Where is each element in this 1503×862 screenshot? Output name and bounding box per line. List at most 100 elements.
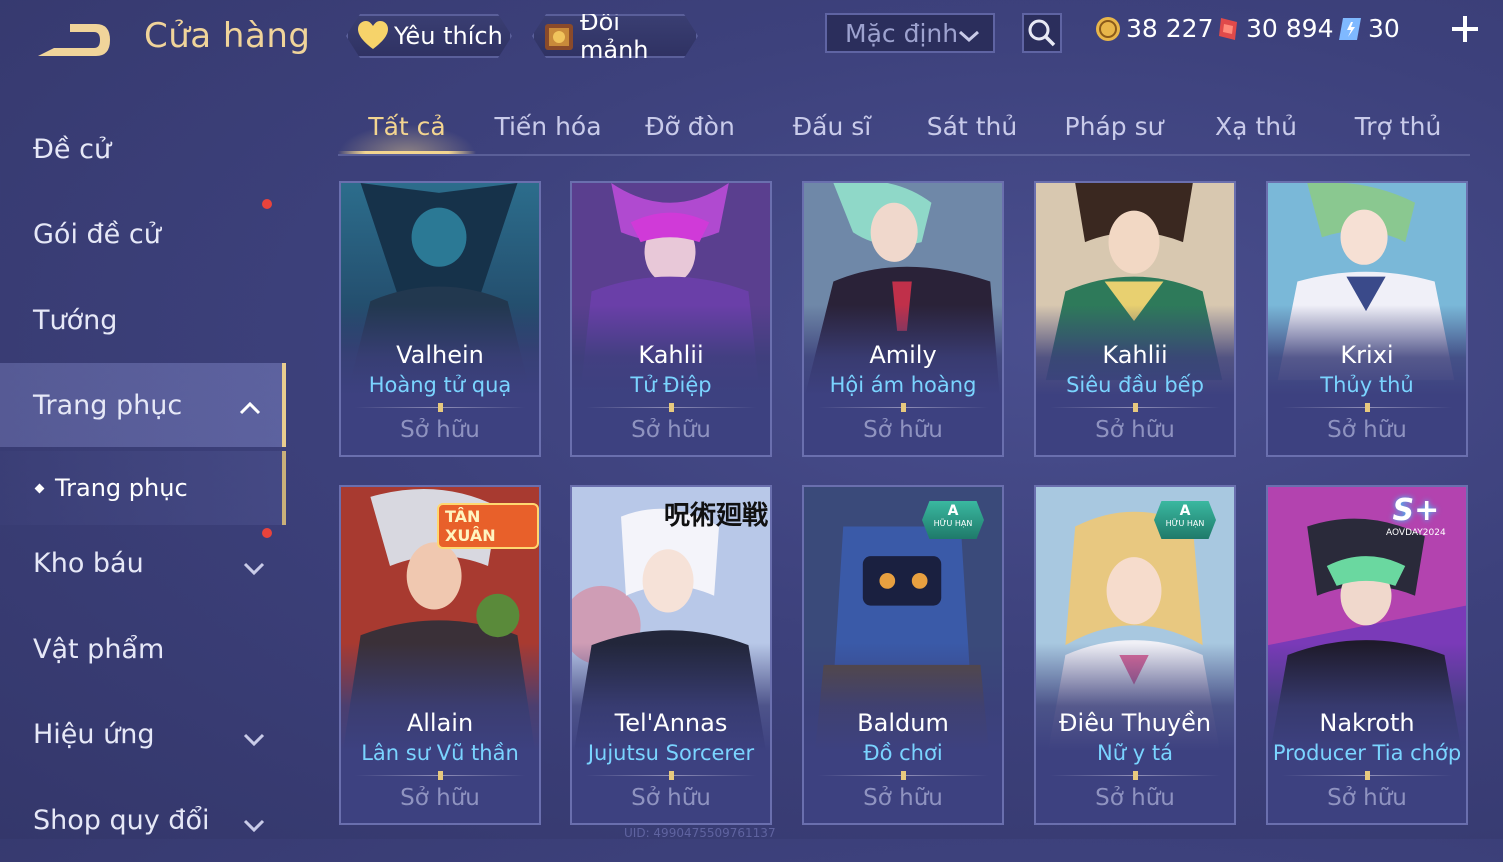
sidebar-item-label: Shop quy đổi: [33, 804, 210, 836]
chevron-down-icon: [242, 553, 266, 584]
badge-tier: A: [947, 503, 959, 519]
owned-status: Sở hữu: [1095, 417, 1175, 443]
skin-card[interactable]: S+ AOVDAY2024 Nakroth Producer Tia chớp …: [1266, 485, 1468, 825]
tab-mage[interactable]: Pháp sư: [1052, 100, 1176, 152]
card-divider: [1282, 403, 1452, 412]
hero-name: Tel'Annas: [614, 709, 728, 737]
exchange-label: Đổi mảnh: [579, 8, 649, 64]
sidebar-item-skins[interactable]: Trang phục: [0, 363, 286, 447]
plus-icon: [1452, 16, 1478, 42]
badge-sub: HỮU HẠN: [933, 519, 973, 528]
category-tabs: Tất cả Tiến hóa Đỡ đòn Đấu sĩ Sát thủ Ph…: [338, 100, 1470, 156]
back-arrow-icon[interactable]: [30, 18, 114, 62]
skin-card[interactable]: 呪術廻戦 Tel'Annas Jujutsu Sorcerer Sở hữu: [570, 485, 772, 825]
skin-name: Hội ám hoàng: [829, 373, 977, 397]
event-badge: S+ AOVDAY2024: [1386, 493, 1446, 538]
tab-label: Sát thủ: [926, 111, 1018, 141]
tab-label: Đỡ đòn: [645, 111, 735, 141]
owned-status: Sở hữu: [631, 785, 711, 811]
sort-value: Mặc định: [845, 18, 959, 48]
search-button[interactable]: [1022, 13, 1062, 53]
card-divider: [818, 771, 988, 780]
skin-card[interactable]: TÂN XUÂN Allain Lân sư Vũ thần Sở hữu: [339, 485, 541, 825]
shard-box-icon: [542, 19, 576, 53]
sidebar-item-effects[interactable]: Hiệu ứng: [0, 692, 286, 776]
limited-badge: A HỮU HẠN: [1154, 501, 1216, 539]
skin-name: Đồ chơi: [863, 741, 943, 765]
hero-name: Nakroth: [1319, 709, 1415, 737]
sidebar-item-label: Tướng: [33, 304, 118, 336]
card-divider: [355, 403, 525, 412]
tab-marksman[interactable]: Xạ thủ: [1194, 100, 1318, 152]
exchange-shards-button[interactable]: Đổi mảnh: [532, 14, 698, 58]
notification-dot: [262, 528, 272, 538]
sidebar-item-label: Gói đề cử: [33, 218, 161, 250]
skin-card[interactable]: Kahlii Tử Điệp Sở hữu: [570, 181, 772, 457]
tab-tank[interactable]: Đỡ đòn: [628, 100, 752, 152]
owned-status: Sở hữu: [863, 417, 943, 443]
voucher-currency: 30 894: [1214, 14, 1333, 43]
gold-coin-icon: [1094, 15, 1122, 43]
skin-card[interactable]: A HỮU HẠN Baldum Đồ chơi Sở hữu: [802, 485, 1004, 825]
tab-label: Đấu sĩ: [792, 111, 872, 141]
sidebar-item-recommended-packs[interactable]: Gói đề cử: [0, 192, 286, 276]
skin-card[interactable]: Valhein Hoàng tử quạ Sở hữu: [339, 181, 541, 457]
skin-card[interactable]: A HỮU HẠN Điêu Thuyền Nữ y tá Sở hữu: [1034, 485, 1236, 825]
crystal-currency: 30: [1336, 14, 1400, 43]
red-voucher-icon: [1214, 15, 1242, 43]
limited-badge: A HỮU HẠN: [922, 501, 984, 539]
skin-card[interactable]: Kahlii Siêu đầu bếp Sở hữu: [1034, 181, 1236, 457]
crystal-icon: [1336, 15, 1364, 43]
tab-support[interactable]: Trợ thủ: [1336, 100, 1460, 152]
gold-currency: 38 227: [1094, 14, 1213, 43]
card-divider: [1050, 771, 1220, 780]
tab-label: Tất cả: [368, 111, 446, 141]
skin-card[interactable]: Amily Hội ám hoàng Sở hữu: [802, 181, 1004, 457]
sidebar-item-treasure[interactable]: Kho báu: [0, 521, 286, 605]
card-divider: [1282, 771, 1452, 780]
hero-name: Allain: [406, 709, 474, 737]
tab-warrior[interactable]: Đấu sĩ: [770, 100, 894, 152]
tab-label: Tiến hóa: [494, 111, 602, 141]
hero-name: Baldum: [857, 709, 949, 737]
sidebar-item-label: Hiệu ứng: [33, 718, 155, 750]
search-icon: [1028, 19, 1056, 47]
sidebar-item-exchange-shop[interactable]: Shop quy đổi: [0, 778, 286, 862]
skin-name: Tử Điệp: [630, 373, 712, 397]
chevron-down-icon: [957, 23, 981, 52]
sidebar-subitem-label: Trang phục: [55, 474, 188, 502]
hero-name: Kahlii: [1102, 341, 1168, 369]
sidebar-item-label: Đề cử: [33, 133, 112, 165]
collab-logo: 呪術廻戦: [664, 501, 769, 531]
tab-all[interactable]: Tất cả: [338, 100, 476, 154]
add-currency-button[interactable]: [1448, 12, 1482, 46]
favorites-button[interactable]: Yêu thích: [346, 14, 512, 58]
notification-dot: [262, 199, 272, 209]
tab-evolution[interactable]: Tiến hóa: [486, 100, 610, 152]
crystal-amount: 30: [1368, 14, 1400, 43]
tab-label: Xạ thủ: [1215, 111, 1297, 141]
sidebar-item-recommended[interactable]: Đề cử: [0, 107, 286, 191]
card-divider: [818, 403, 988, 412]
sidebar: Đề cử Gói đề cử Tướng Trang phục Trang p…: [0, 95, 288, 839]
heart-icon: [356, 19, 390, 53]
sidebar-item-label: Trang phục: [33, 389, 183, 421]
hero-name: Kahlii: [638, 341, 704, 369]
skin-name: Producer Tia chớp: [1272, 741, 1462, 765]
sort-dropdown[interactable]: Mặc định: [825, 13, 995, 53]
badge-sub: HỮU HẠN: [1165, 519, 1205, 528]
owned-status: Sở hữu: [1327, 785, 1407, 811]
sidebar-subitem-skins[interactable]: Trang phục: [0, 451, 286, 525]
owned-status: Sở hữu: [863, 785, 943, 811]
owned-status: Sở hữu: [631, 417, 711, 443]
owned-status: Sở hữu: [400, 417, 480, 443]
top-bar: Cửa hàng Yêu thích Đổi mảnh Mặc định 38 …: [0, 0, 1503, 78]
tab-assassin[interactable]: Sát thủ: [910, 100, 1034, 152]
skin-card[interactable]: Krixi Thủy thủ Sở hữu: [1266, 181, 1468, 457]
bullet-icon: [34, 483, 45, 493]
sidebar-item-items[interactable]: Vật phẩm: [0, 607, 286, 691]
sidebar-item-heroes[interactable]: Tướng: [0, 278, 286, 362]
hero-name: Điêu Thuyền: [1058, 709, 1212, 737]
hero-name: Valhein: [396, 341, 484, 369]
tab-label: Pháp sư: [1064, 111, 1164, 141]
